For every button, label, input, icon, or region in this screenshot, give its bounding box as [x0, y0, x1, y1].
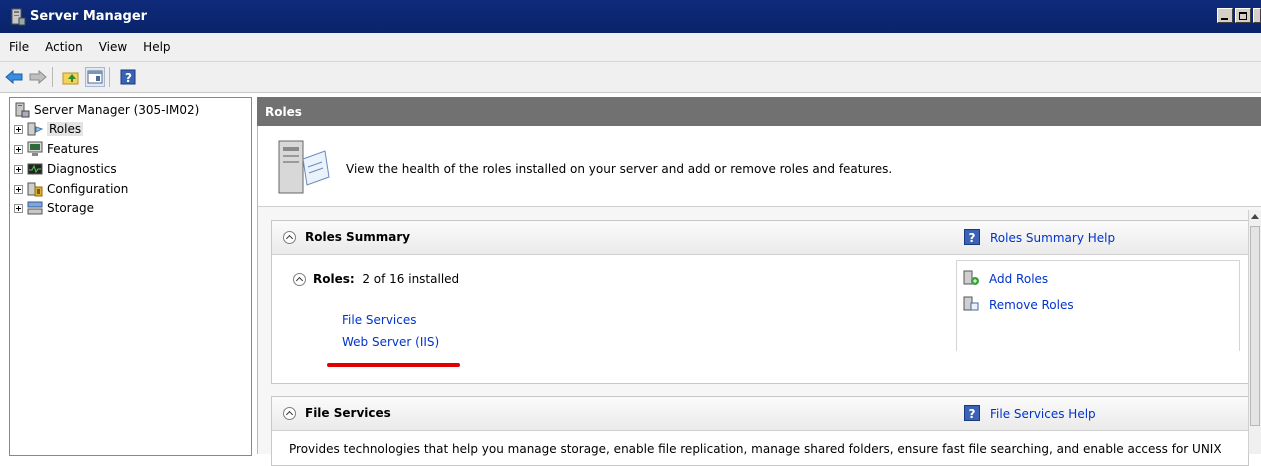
title-bar: Server Manager	[0, 0, 1261, 33]
tree-item-label: Features	[47, 142, 99, 156]
roles-summary-body: Roles: 2 of 16 installed File Services W…	[272, 256, 1250, 368]
features-icon	[27, 141, 43, 157]
remove-roles-link[interactable]: Remove Roles	[989, 298, 1074, 312]
up-folder-icon[interactable]	[61, 67, 81, 87]
role-link-web-server-iis[interactable]: Web Server (IIS)	[342, 335, 439, 349]
storage-icon	[27, 200, 43, 216]
role-link-file-services[interactable]: File Services	[342, 313, 417, 327]
window-title: Server Manager	[30, 9, 148, 24]
expand-icon[interactable]	[14, 164, 23, 174]
diagnostics-icon	[27, 161, 43, 177]
server-icon	[14, 102, 30, 118]
collapse-icon[interactable]	[283, 231, 296, 244]
tree-root[interactable]: Server Manager (305-IM02)	[14, 101, 199, 119]
roles-count: Roles: 2 of 16 installed	[313, 272, 459, 286]
toolbar-separator	[52, 67, 53, 87]
svg-text:?: ?	[125, 71, 132, 85]
forward-arrow-icon[interactable]	[28, 67, 48, 87]
roles-description: View the health of the roles installed o…	[346, 162, 893, 176]
tree-item-label: Diagnostics	[47, 162, 117, 176]
close-button[interactable]	[1253, 8, 1261, 23]
tree-item-label: Storage	[47, 201, 94, 215]
tree-item-configuration[interactable]: Configuration	[14, 180, 128, 198]
toolbar-separator	[109, 67, 110, 87]
window-controls	[1217, 8, 1261, 23]
vertical-scrollbar[interactable]	[1248, 210, 1261, 454]
show-hide-console-tree-icon[interactable]	[85, 67, 105, 87]
tree-item-label: Roles	[47, 122, 84, 136]
add-roles-link[interactable]: Add Roles	[989, 272, 1048, 286]
expand-icon[interactable]	[14, 184, 23, 194]
back-arrow-icon[interactable]	[4, 67, 24, 87]
file-services-header: File Services ? File Services Help	[272, 397, 1248, 431]
roles-count-value: 2 of 16 installed	[362, 272, 460, 286]
highlight-underline	[327, 363, 460, 367]
expand-icon[interactable]	[14, 144, 23, 154]
roles-intro: View the health of the roles installed o…	[258, 126, 1261, 207]
tree-item-roles[interactable]: Roles	[14, 120, 84, 138]
tree-item-features[interactable]: Features	[14, 140, 99, 158]
scroll-up-icon[interactable]	[1251, 214, 1259, 219]
file-services-title: File Services	[305, 406, 391, 420]
toolbar: ?	[0, 62, 1261, 93]
menu-file[interactable]: File	[7, 40, 31, 54]
minimize-button[interactable]	[1217, 8, 1233, 23]
server-manager-icon	[10, 8, 26, 26]
maximize-button[interactable]	[1235, 8, 1251, 23]
menu-bar: File Action View Help	[0, 33, 1261, 62]
file-services-section: File Services ? File Services Help Provi…	[271, 396, 1249, 466]
menu-action[interactable]: Action	[43, 40, 85, 54]
help-icon: ?	[964, 405, 980, 421]
configuration-icon	[27, 181, 43, 197]
menu-help[interactable]: Help	[141, 40, 172, 54]
roles-summary-header: Roles Summary ? Roles Summary Help	[272, 221, 1248, 255]
add-roles-icon	[963, 270, 979, 286]
scroll-thumb[interactable]	[1250, 226, 1260, 426]
remove-roles-icon	[963, 296, 979, 312]
tree-item-label: Configuration	[47, 182, 129, 196]
roles-icon	[27, 121, 44, 137]
roles-summary-help-link[interactable]: Roles Summary Help	[990, 231, 1115, 245]
roles-server-icon	[275, 137, 331, 197]
collapse-icon[interactable]	[283, 407, 296, 420]
pane-header: Roles	[257, 97, 1261, 126]
roles-count-label: Roles:	[313, 272, 355, 286]
collapse-icon[interactable]	[293, 273, 306, 286]
roles-summary-title: Roles Summary	[305, 230, 411, 244]
tree-item-storage[interactable]: Storage	[14, 199, 94, 217]
roles-summary-section: Roles Summary ? Roles Summary Help Roles…	[271, 220, 1250, 384]
roles-content: View the health of the roles installed o…	[257, 126, 1261, 466]
expand-icon[interactable]	[14, 124, 23, 134]
tree-root-label: Server Manager (305-IM02)	[34, 103, 200, 117]
help-icon: ?	[964, 229, 980, 245]
console-tree: Server Manager (305-IM02) Roles Features…	[9, 97, 252, 456]
expand-icon[interactable]	[14, 203, 23, 213]
tree-item-diagnostics[interactable]: Diagnostics	[14, 160, 117, 178]
help-icon[interactable]: ?	[118, 67, 138, 87]
menu-view[interactable]: View	[97, 40, 129, 54]
roles-tasks-box: Add Roles Remove Roles	[956, 260, 1240, 351]
file-services-help-link[interactable]: File Services Help	[990, 407, 1096, 421]
